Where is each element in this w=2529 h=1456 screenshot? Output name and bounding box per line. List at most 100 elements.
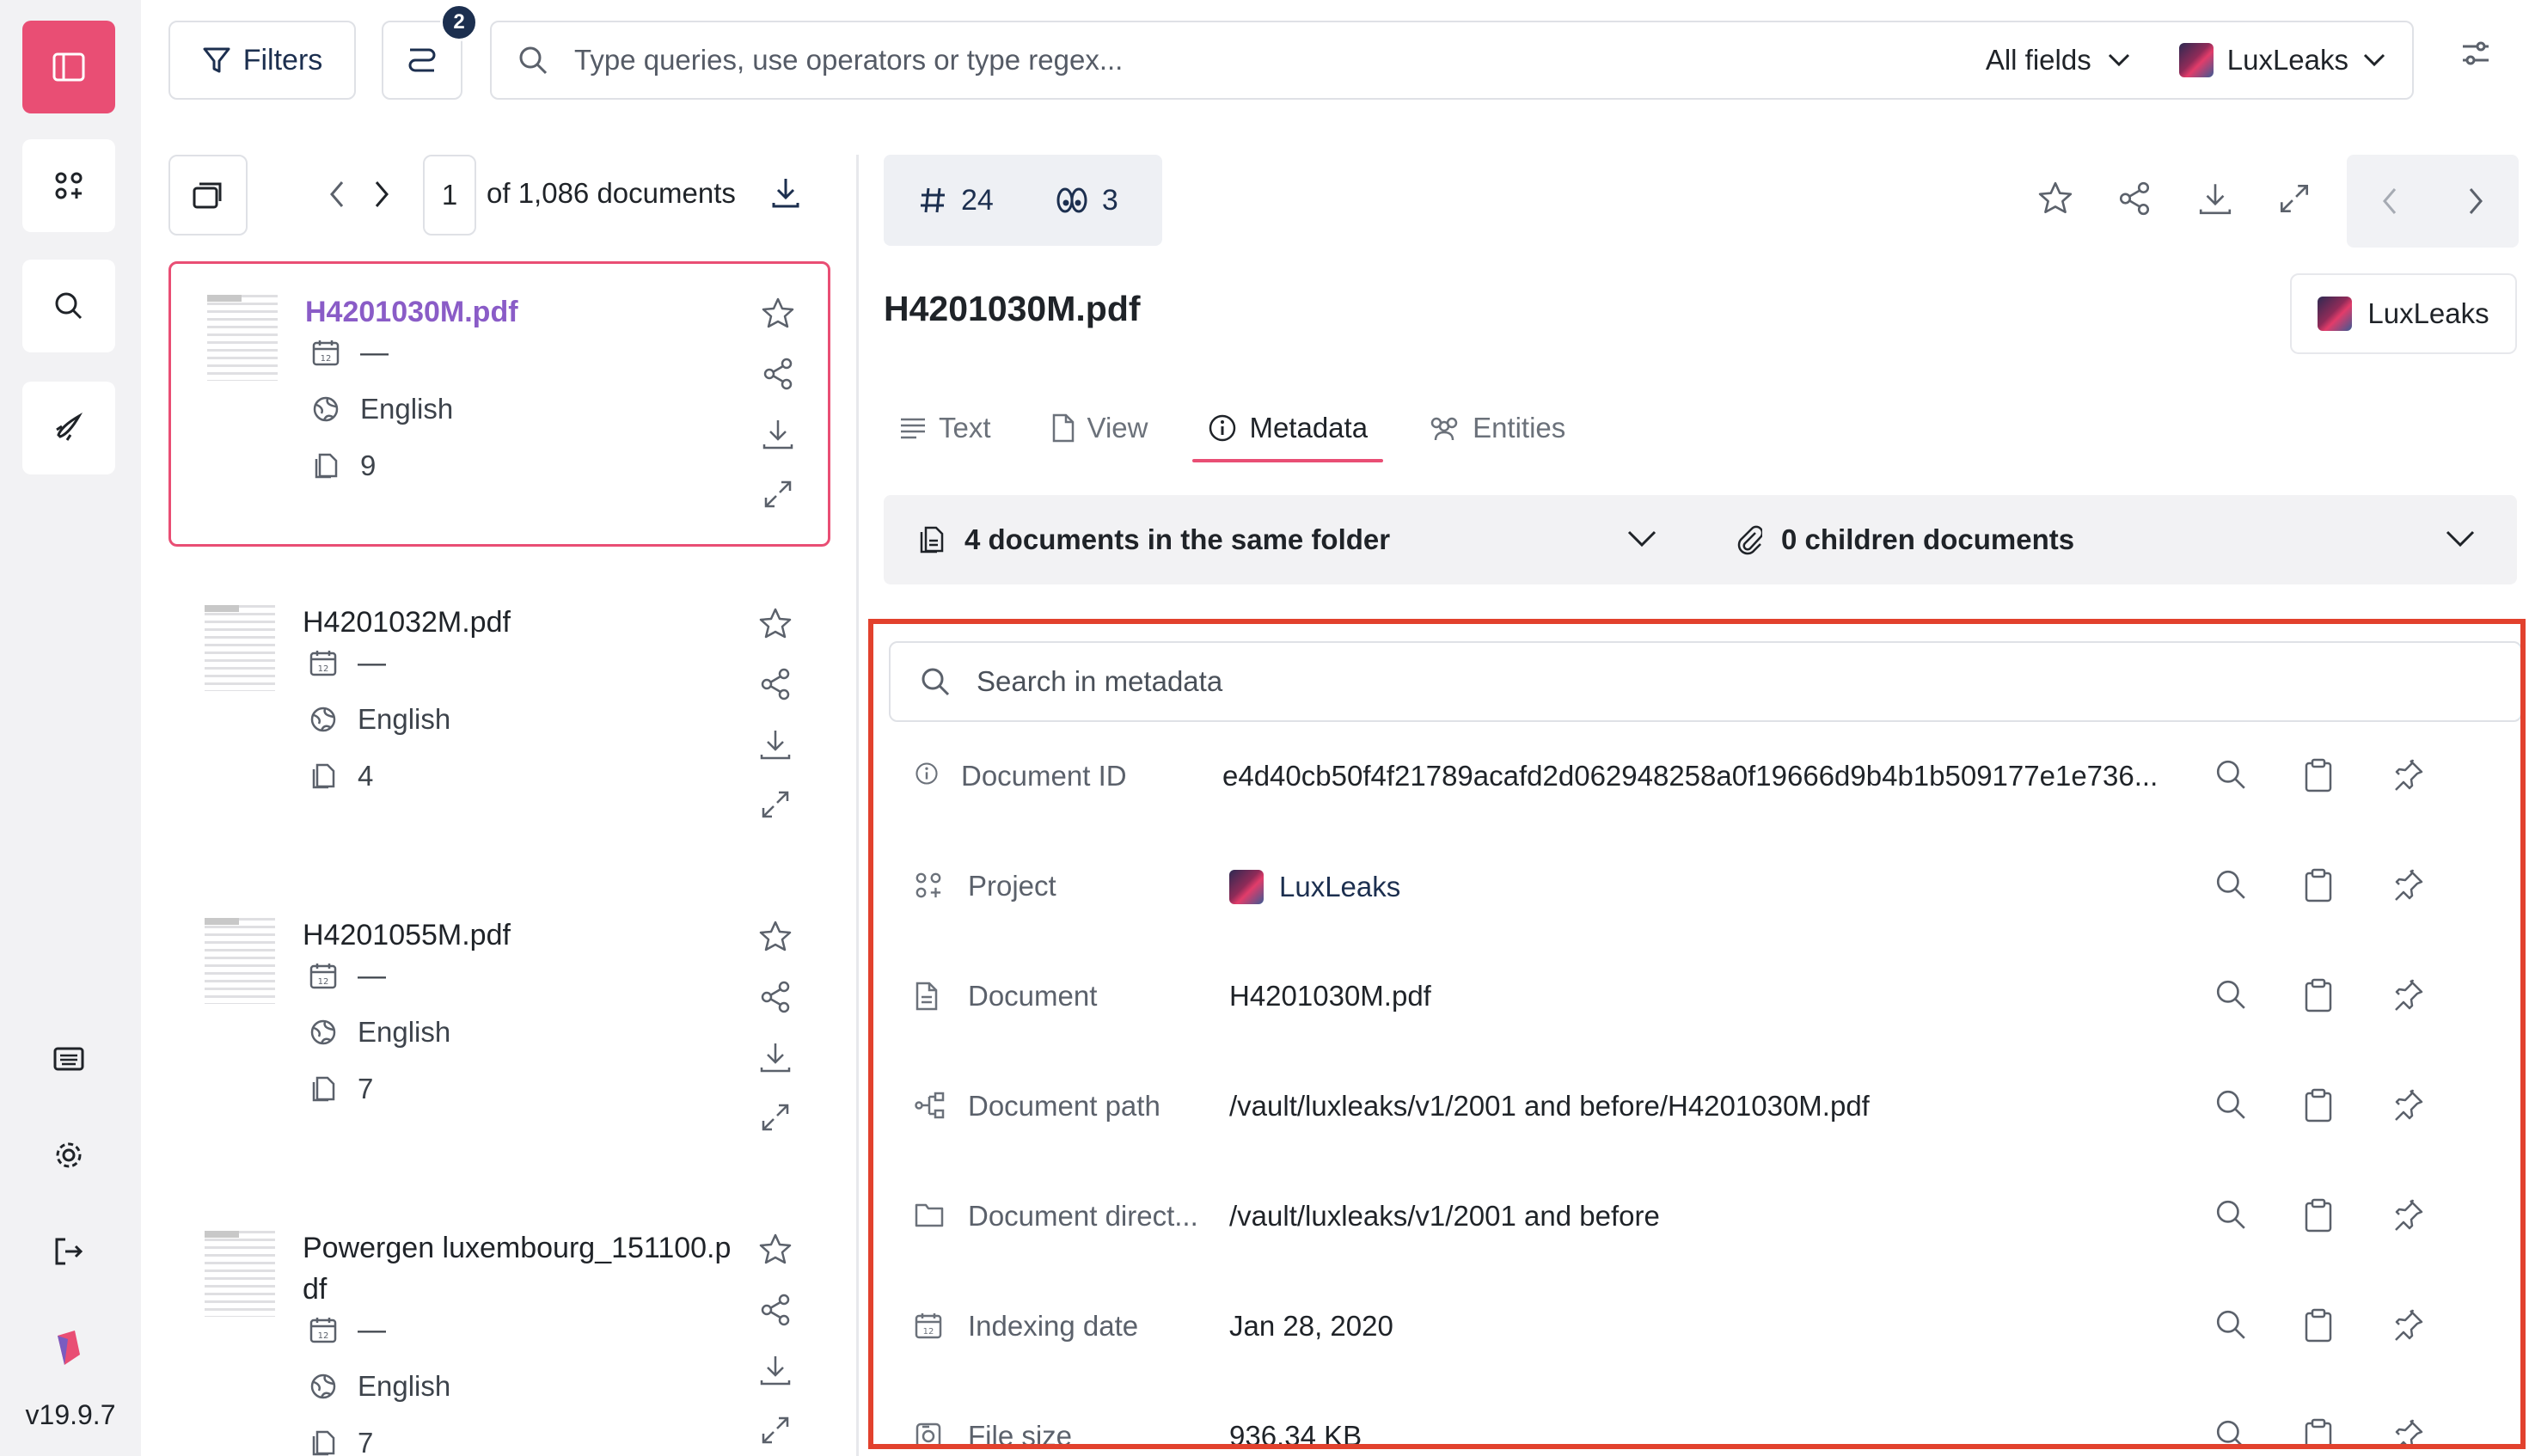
- copy-value-button[interactable]: [2304, 1308, 2333, 1343]
- search-nav-button[interactable]: [22, 260, 115, 352]
- copy-value-button[interactable]: [2304, 868, 2333, 902]
- search-value-button[interactable]: [2214, 1198, 2247, 1231]
- next-document-button[interactable]: [2465, 184, 2486, 218]
- chevron-down-icon[interactable]: [1626, 529, 1657, 548]
- clipboard-icon: [2305, 1088, 2332, 1123]
- document-title[interactable]: H4201032M.pdf: [303, 602, 750, 643]
- expand-document-button[interactable]: [758, 1413, 793, 1447]
- same-folder-toggle[interactable]: 4 documents in the same folder: [918, 495, 1390, 584]
- fullscreen-button[interactable]: [2276, 180, 2312, 217]
- pages-icon: [920, 526, 944, 554]
- field-selector[interactable]: All fields: [1986, 44, 2131, 76]
- pin-icon: [2395, 979, 2423, 1011]
- expand-document-button[interactable]: [758, 787, 793, 822]
- metadata-label: Document direct...: [968, 1200, 1198, 1232]
- expand-document-button[interactable]: [758, 1100, 793, 1135]
- share-button[interactable]: [2116, 180, 2152, 217]
- document-pages: 9: [312, 450, 376, 482]
- document-card[interactable]: H4201055M.pdf 12 — English 7: [168, 887, 830, 1172]
- star-document-button[interactable]: [761, 297, 795, 331]
- share-document-button[interactable]: [758, 667, 793, 701]
- pin-field-button[interactable]: [2391, 1198, 2424, 1231]
- pin-field-button[interactable]: [2391, 758, 2424, 791]
- tags-counter[interactable]: 24: [918, 184, 994, 217]
- filters-button[interactable]: Filters: [168, 21, 356, 100]
- star-document-button[interactable]: [758, 920, 793, 954]
- download-results-button[interactable]: [770, 175, 801, 210]
- tab-view[interactable]: View: [1036, 394, 1164, 462]
- tasks-button[interactable]: [22, 382, 115, 474]
- tab-text[interactable]: Text: [884, 394, 1007, 462]
- previous-document-button[interactable]: [2379, 184, 2400, 218]
- select-mode-button[interactable]: [168, 155, 248, 236]
- toggle-sidebar-button[interactable]: [22, 21, 115, 113]
- copy-value-button[interactable]: [2304, 1198, 2333, 1233]
- rocket-icon: [56, 413, 83, 441]
- search-value-button[interactable]: [2214, 1308, 2247, 1341]
- copy-value-button[interactable]: [2304, 758, 2333, 792]
- pin-field-button[interactable]: [2391, 978, 2424, 1011]
- keyboard-shortcuts-button[interactable]: [46, 1037, 91, 1081]
- search-value-button[interactable]: [2214, 758, 2247, 791]
- search-settings-button[interactable]: [2460, 38, 2491, 69]
- pane-divider[interactable]: [856, 155, 859, 1456]
- children-toggle[interactable]: 0 children documents: [1736, 495, 2074, 584]
- copy-value-button[interactable]: [2304, 1088, 2333, 1123]
- project-thumbnail: [2178, 43, 2214, 77]
- settings-nav-button[interactable]: [46, 1133, 91, 1178]
- search-value-button[interactable]: [2214, 978, 2247, 1011]
- share-document-button[interactable]: [758, 1293, 793, 1327]
- pages-icon: [312, 1076, 335, 1102]
- search-value-button[interactable]: [2214, 1088, 2247, 1121]
- download-document-button[interactable]: [758, 1040, 793, 1074]
- expand-document-button[interactable]: [761, 477, 795, 511]
- search-value-button[interactable]: [2214, 868, 2247, 901]
- project-badge-label: LuxLeaks: [2367, 297, 2489, 329]
- tab-entities[interactable]: Entities: [1412, 394, 1581, 462]
- download-button[interactable]: [2197, 180, 2233, 217]
- document-title[interactable]: Powergen luxembourg_151100.p df: [303, 1227, 750, 1310]
- next-page-button[interactable]: [371, 175, 392, 213]
- metadata-search[interactable]: Search in metadata: [889, 641, 2520, 722]
- children-label: 0 children documents: [1781, 523, 2075, 555]
- document-thumbnail: [207, 295, 278, 381]
- document-title[interactable]: H4201030M.pdf: [305, 291, 752, 333]
- document-navigation: [2347, 155, 2519, 248]
- project-selector[interactable]: LuxLeaks: [2178, 43, 2386, 77]
- clipboard-icon: [2305, 978, 2332, 1012]
- document-card[interactable]: H4201032M.pdf 12 — English 4: [168, 574, 830, 860]
- pin-field-button[interactable]: [2391, 1088, 2424, 1121]
- share-document-button[interactable]: [758, 980, 793, 1014]
- recommended-counter[interactable]: 3: [1056, 184, 1118, 217]
- document-card[interactable]: Powergen luxembourg_151100.p df 12 — Eng…: [168, 1200, 830, 1456]
- document-project-badge[interactable]: LuxLeaks: [2290, 273, 2517, 354]
- document-title[interactable]: H4201055M.pdf: [303, 915, 750, 956]
- star-document-button[interactable]: [758, 1233, 793, 1267]
- tab-metadata[interactable]: Metadata: [1192, 394, 1383, 462]
- download-document-button[interactable]: [758, 1353, 793, 1387]
- pin-field-button[interactable]: [2391, 868, 2424, 901]
- pin-field-button[interactable]: [2391, 1308, 2424, 1341]
- previous-page-button[interactable]: [327, 175, 347, 213]
- pin-field-button[interactable]: [2391, 1418, 2424, 1444]
- download-document-button[interactable]: [758, 727, 793, 762]
- search-input[interactable]: Type queries, use operators or type rege…: [574, 44, 1986, 76]
- download-document-button[interactable]: [761, 417, 795, 451]
- document-card[interactable]: H4201030M.pdf 12 — English 9: [168, 261, 830, 547]
- copy-value-button[interactable]: [2304, 1418, 2333, 1444]
- document-date: 12 —: [312, 336, 389, 369]
- search-bar[interactable]: Type queries, use operators or type rege…: [490, 21, 2414, 100]
- chevron-down-icon[interactable]: [2445, 529, 2476, 548]
- share-document-button[interactable]: [761, 357, 795, 391]
- metadata-search-input[interactable]: Search in metadata: [977, 665, 1222, 698]
- metadata-panel: Search in metadata Document ID e4d40cb50…: [868, 619, 2526, 1449]
- projects-button[interactable]: [22, 139, 115, 232]
- metadata-value[interactable]: LuxLeaks: [1229, 870, 2218, 904]
- page-number-input[interactable]: 1: [423, 155, 476, 236]
- search-value-button[interactable]: [2214, 1418, 2247, 1444]
- star-button[interactable]: [2037, 180, 2073, 217]
- logout-button[interactable]: [46, 1229, 91, 1274]
- project-link[interactable]: LuxLeaks: [1279, 871, 1400, 903]
- star-document-button[interactable]: [758, 607, 793, 641]
- copy-value-button[interactable]: [2304, 978, 2333, 1012]
